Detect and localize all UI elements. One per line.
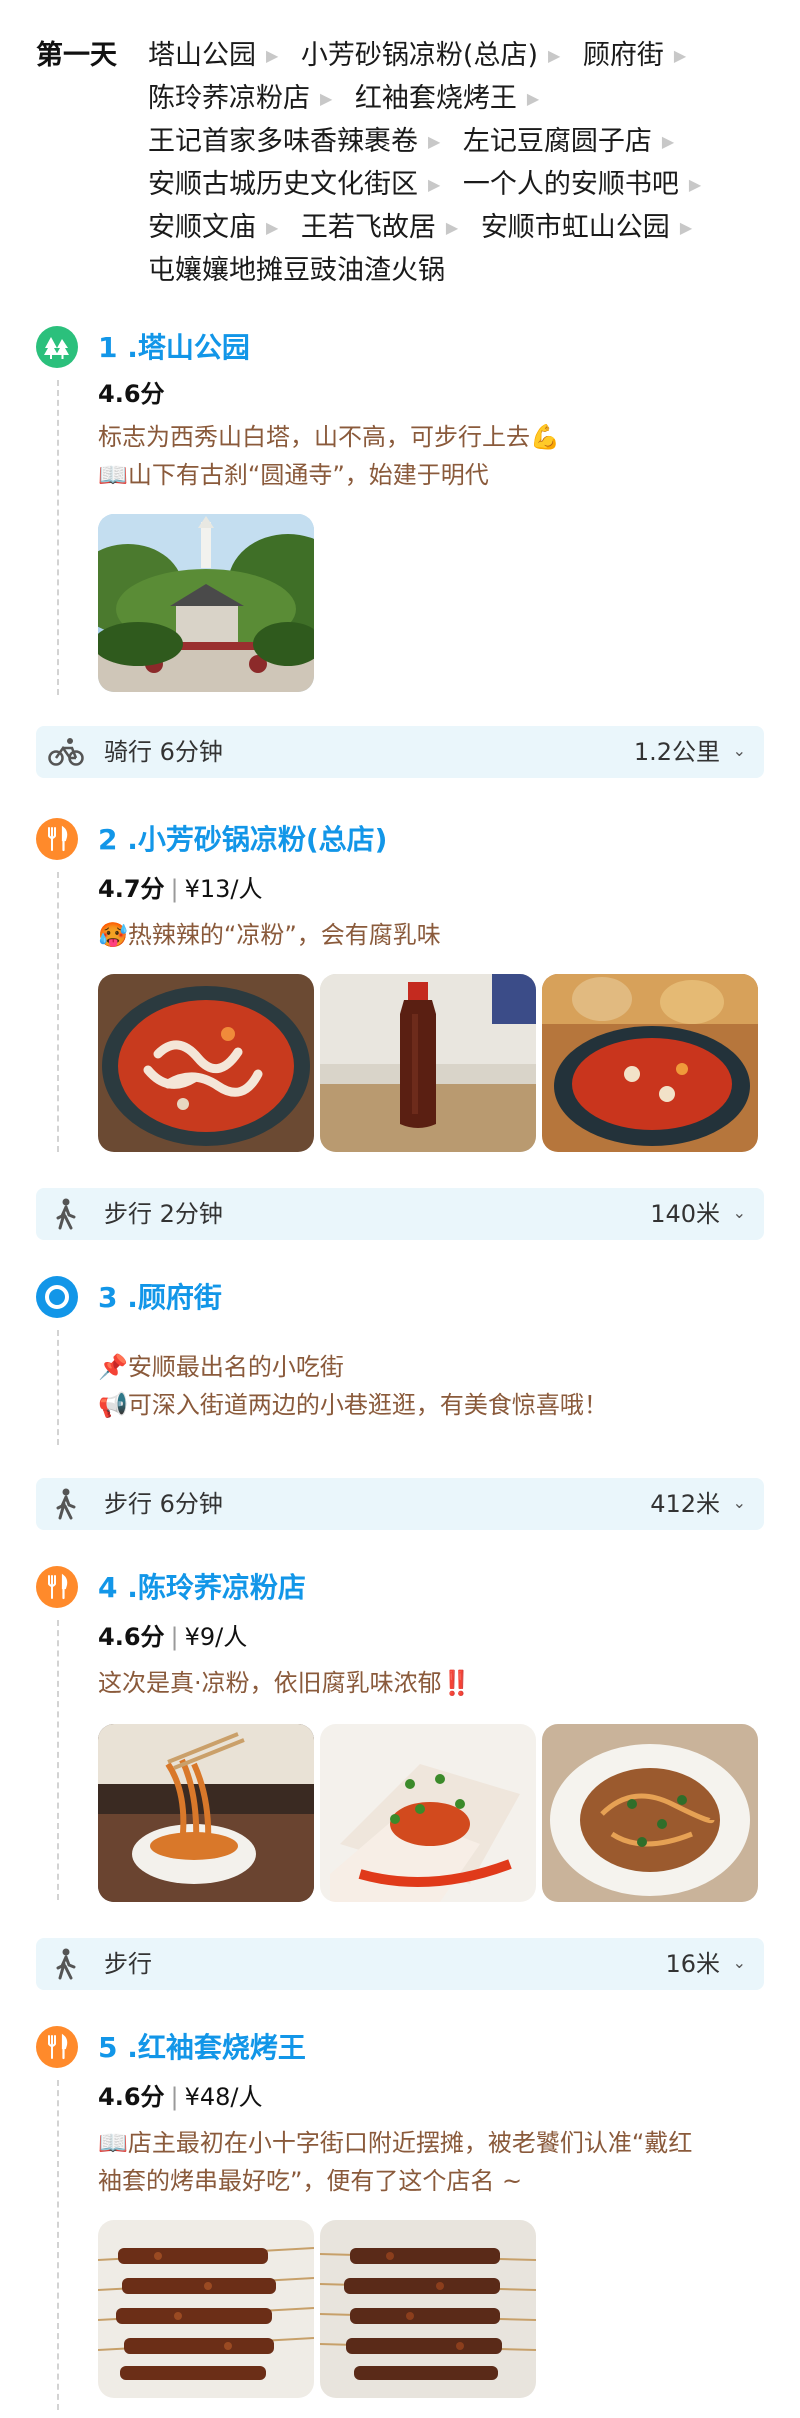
- triangle-right-icon: ▶: [445, 218, 459, 237]
- route-stop[interactable]: 王记首家多味香辣裹卷: [148, 126, 418, 157]
- route-stop[interactable]: 安顺古城历史文化街区: [148, 169, 418, 200]
- walking-person-icon: [48, 1948, 84, 1980]
- triangle-right-icon: ▶: [679, 218, 693, 237]
- transit-distance: 140米: [650, 1200, 720, 1228]
- chevron-down-icon: ⌄: [732, 741, 746, 760]
- stop-3-header[interactable]: 3 .顾府街: [36, 1276, 756, 1320]
- route-list: 塔山公园 ▶ 小芳砂锅凉粉(总店) ▶ 顾府街 ▶ 陈玲荞凉粉店 ▶ 红袖套烧烤王 ▶ 王…: [148, 36, 800, 291]
- bbq-skewers-photo-2[interactable]: [320, 2220, 536, 2398]
- stop-description: 📌安顺最出名的小吃街 📢可深入街道两边的小巷逛逛，有美食惊喜哦！: [98, 1353, 608, 1419]
- walking-person-icon: [48, 1198, 84, 1230]
- transit-bar-2[interactable]: 步行 2分钟 140米 ⌄: [36, 1188, 764, 1240]
- triangle-right-icon: ▶: [547, 46, 561, 65]
- route-stop[interactable]: 陈玲荞凉粉店: [148, 83, 310, 114]
- transit-bar-1[interactable]: 骑行 6分钟 1.2公里 ⌄: [36, 726, 764, 778]
- transit-mode: 步行 6分钟: [104, 1490, 223, 1518]
- timeline-dash: [57, 1620, 59, 1900]
- transit-mode: 步行 2分钟: [104, 1200, 223, 1228]
- timeline-dash: [57, 2080, 59, 2410]
- route-stop[interactable]: 一个人的安顺书吧: [463, 169, 679, 200]
- liangfen-sheets-photo[interactable]: [320, 1724, 536, 1902]
- stop-5-header[interactable]: 5 .红袖套烧烤王: [36, 2026, 756, 2070]
- stop-title[interactable]: 3 .顾府街: [98, 1276, 222, 1320]
- route-stop[interactable]: 塔山公园: [148, 40, 256, 71]
- route-stop[interactable]: 安顺文庙: [148, 212, 256, 243]
- location-dot-icon: [36, 1276, 78, 1318]
- timeline-dash: [57, 872, 59, 1152]
- transit-bar-4[interactable]: 步行 16米 ⌄: [36, 1938, 764, 1990]
- stop-rating: 4.6分 | ¥9/人: [98, 1623, 248, 1651]
- triangle-right-icon: ▶: [266, 46, 279, 65]
- stop-title[interactable]: 5 .红袖套烧烤王: [98, 2026, 306, 2070]
- triangle-right-icon: ▶: [428, 132, 441, 151]
- itinerary-page: 第一天 塔山公园 ▶ 小芳砂锅凉粉(总店) ▶ 顾府街 ▶ 陈玲荞凉粉店 ▶ 红袖套烧烤…: [0, 0, 800, 2418]
- white-pagoda-temple-photo[interactable]: [98, 514, 314, 692]
- transit-bar-3[interactable]: 步行 6分钟 412米 ⌄: [36, 1478, 764, 1530]
- transit-distance: 412米: [650, 1490, 720, 1518]
- stop-title[interactable]: 4 .陈玲荞凉粉店: [98, 1566, 306, 1610]
- stop-description: 这次是真·凉粉，依旧腐乳味浓郁‼️: [98, 1669, 472, 1697]
- transit-mode: 骑行 6分钟: [104, 738, 223, 766]
- liangfen-salad-photo[interactable]: [542, 1724, 758, 1902]
- bicycle-icon: [48, 736, 84, 768]
- day-label: 第一天: [36, 40, 117, 71]
- transit-mode: 步行: [104, 1950, 152, 1978]
- route-stop[interactable]: 小芳砂锅凉粉(总店): [301, 40, 538, 71]
- noodle-chopsticks-photo[interactable]: [98, 1724, 314, 1902]
- route-stop[interactable]: 王若飞故居: [301, 212, 436, 243]
- stop-description: 标志为西秀山白塔，山不高，可步行上去💪 📖山下有古刹“圆通寺”，始建于明代: [98, 423, 560, 489]
- stop-rating: 4.7分 | ¥13/人: [98, 875, 263, 903]
- route-stop[interactable]: 红袖套烧烤王: [355, 83, 517, 114]
- chevron-down-icon: ⌄: [732, 1203, 746, 1222]
- triangle-right-icon: ▶: [320, 89, 333, 108]
- triangle-right-icon: ▶: [673, 46, 687, 65]
- triangle-right-icon: ▶: [688, 175, 702, 194]
- bbq-skewers-photo-1[interactable]: [98, 2220, 314, 2398]
- tree-icon: [36, 326, 78, 368]
- timeline-dash: [57, 380, 59, 695]
- timeline-dash: [57, 1330, 59, 1445]
- spicy-pot-dish-photo[interactable]: [542, 974, 758, 1152]
- walking-person-icon: [48, 1488, 84, 1520]
- route-stop[interactable]: 屯孃孃地摊豆豉油渣火锅: [148, 255, 445, 286]
- stop-4-header[interactable]: 4 .陈玲荞凉粉店: [36, 1566, 756, 1610]
- triangle-right-icon: ▶: [266, 218, 279, 237]
- chevron-down-icon: ⌄: [732, 1953, 746, 1972]
- triangle-right-icon: ▶: [526, 89, 540, 108]
- route-stop[interactable]: 安顺市虹山公园: [481, 212, 670, 243]
- stop-1-header[interactable]: 1 .塔山公园: [36, 326, 756, 370]
- stop-title[interactable]: 2 .小芳砂锅凉粉(总店): [98, 818, 387, 862]
- route-stop[interactable]: 顾府街: [583, 40, 664, 71]
- fork-knife-icon: [36, 818, 78, 860]
- fork-knife-icon: [36, 1566, 78, 1608]
- chevron-down-icon: ⌄: [732, 1493, 746, 1512]
- stop-rating: 4.6分 | ¥48/人: [98, 2083, 263, 2111]
- stop-title[interactable]: 1 .塔山公园: [98, 326, 250, 370]
- stop-rating: 4.6分: [98, 380, 165, 408]
- sauce-bottle-photo[interactable]: [320, 974, 536, 1152]
- route-stop[interactable]: 左记豆腐圆子店: [463, 126, 652, 157]
- stop-description: 🥵热辣辣的“凉粉”，会有腐乳味: [98, 921, 441, 949]
- fork-knife-icon: [36, 2026, 78, 2068]
- stop-description: 📖店主最初在小十字街口附近摆摊，被老饕们认准“戴红 袖套的烤串最好吃”，便有了这…: [98, 2129, 693, 2195]
- triangle-right-icon: ▶: [428, 175, 441, 194]
- clay-pot-liangfen-photo[interactable]: [98, 974, 314, 1152]
- triangle-right-icon: ▶: [661, 132, 675, 151]
- stop-2-header[interactable]: 2 .小芳砂锅凉粉(总店): [36, 818, 756, 862]
- transit-distance: 16米: [665, 1950, 720, 1978]
- transit-distance: 1.2公里: [633, 738, 720, 766]
